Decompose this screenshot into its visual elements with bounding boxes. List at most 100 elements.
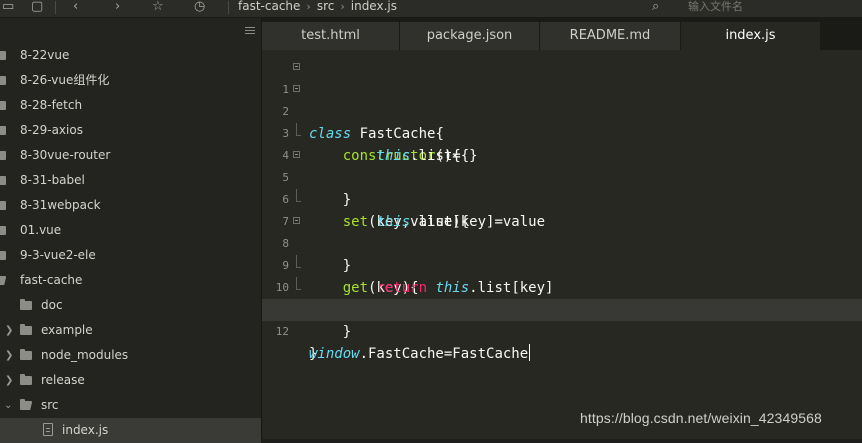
- tree-item[interactable]: 8-28-fetch: [0, 93, 261, 118]
- chevron-right-icon[interactable]: ❯: [5, 368, 13, 393]
- code-line[interactable]: 2 constructor(){: [262, 79, 862, 164]
- fold-toggle-icon[interactable]: [293, 63, 300, 70]
- tree-item-label: release: [41, 373, 85, 387]
- tree-item[interactable]: 8-22vue: [0, 43, 261, 68]
- line-number: 12: [275, 325, 289, 338]
- code-line[interactable]: 5 set(key,value){: [262, 145, 862, 230]
- code-line[interactable]: 11 }: [262, 277, 862, 362]
- code-text: window.FastCache=FastCache: [309, 344, 531, 362]
- tab-bar: test.html package.json README.md index.j…: [262, 18, 862, 50]
- folder-icon[interactable]: ▭: [2, 0, 14, 15]
- folder-icon: [0, 76, 6, 85]
- tree-item-label: 8-30vue-router: [20, 148, 111, 162]
- folder-icon: [20, 349, 32, 360]
- fold-toggle-icon[interactable]: [293, 85, 300, 92]
- fold-toggle-icon[interactable]: [293, 217, 300, 224]
- tree-item[interactable]: 01.vue: [0, 218, 261, 243]
- code-text: }: [309, 324, 352, 340]
- code-line[interactable]: 8 get(key){: [262, 211, 862, 296]
- save-icon[interactable]: ▢: [31, 0, 43, 15]
- tree-item[interactable]: 8-31-babel: [0, 168, 261, 193]
- folder-icon: [20, 299, 32, 310]
- fold-end-marker: [296, 277, 301, 290]
- tree-item-label: index.js: [62, 423, 109, 437]
- tree-item-label: example: [41, 323, 93, 337]
- folder-open-icon: [20, 399, 32, 410]
- tree-item-label: doc: [41, 298, 63, 312]
- folder-icon: [0, 126, 6, 135]
- tree-item[interactable]: ❯ node_modules: [0, 343, 261, 368]
- tree-item-label: 8-28-fetch: [20, 98, 83, 112]
- file-tree-sidebar: 8-22vue 8-26-vue组件化 8-28-fetch 8-29-axio…: [0, 18, 262, 443]
- code-line[interactable]: 1 class FastCache{: [262, 57, 862, 142]
- tree-item-label: node_modules: [41, 348, 129, 362]
- watermark-url: https://blog.csdn.net/weixin_42349568: [580, 410, 822, 426]
- chevron-right-icon[interactable]: ❯: [5, 318, 13, 343]
- search-icon: ⌕: [652, 0, 660, 14]
- back-arrow-icon[interactable]: ‹: [73, 0, 78, 15]
- tree-item[interactable]: ❯ release: [0, 368, 261, 393]
- tree-item[interactable]: ❯ example: [0, 318, 261, 343]
- folder-icon: [20, 324, 32, 335]
- breadcrumb-item[interactable]: index.js: [351, 0, 397, 13]
- tab-readme-md[interactable]: README.md: [540, 22, 681, 50]
- file-search: ⌕: [648, 0, 862, 15]
- tree-item-label: 8-26-vue组件化: [20, 73, 110, 87]
- tree-item[interactable]: 8-31webpack: [0, 193, 261, 218]
- folder-icon: [0, 151, 6, 160]
- tree-item-label: 9-3-vue2-ele: [20, 248, 96, 262]
- tree-item-active[interactable]: index.js: [0, 418, 261, 443]
- breadcrumb-item[interactable]: src: [317, 0, 335, 13]
- tree-item[interactable]: 8-26-vue组件化: [0, 68, 261, 93]
- tree-item-label: 8-29-axios: [20, 123, 83, 137]
- folder-icon: [0, 226, 6, 235]
- fold-end-marker: [296, 189, 301, 202]
- tab-index-js[interactable]: index.js: [681, 22, 821, 50]
- forward-arrow-icon[interactable]: ›: [115, 0, 120, 15]
- chevron-down-icon[interactable]: ⌄: [4, 393, 12, 418]
- breadcrumb: fast-cache › src › index.js: [238, 0, 397, 15]
- toolbar-divider: [228, 1, 229, 14]
- code-line[interactable]: 9 return this.list[key]: [262, 233, 862, 296]
- code-line[interactable]: 10 }: [262, 255, 862, 340]
- tree-item-label: 8-22vue: [20, 48, 70, 62]
- tree-item[interactable]: fast-cache: [0, 268, 261, 293]
- tree-item-label: src: [41, 398, 59, 412]
- sidebar-menu-icon[interactable]: [245, 27, 255, 36]
- tree-item-label: 8-31webpack: [20, 198, 101, 212]
- code-line[interactable]: 7 }: [262, 189, 862, 274]
- run-icon[interactable]: ◷: [194, 0, 205, 15]
- tree-item[interactable]: ⌄ src: [0, 393, 261, 418]
- folder-icon: [20, 374, 32, 385]
- code-line[interactable]: 6 this.list[key]=value: [262, 167, 862, 230]
- file-search-input[interactable]: [688, 0, 858, 14]
- folder-icon: [0, 251, 6, 260]
- folder-open-icon: [0, 276, 6, 285]
- breadcrumb-item[interactable]: fast-cache: [238, 0, 300, 13]
- folder-icon: [0, 201, 6, 210]
- folder-icon: [0, 176, 6, 185]
- code-line[interactable]: 4 }: [262, 123, 862, 208]
- top-toolbar: ▭ ▢ ‹ › ☆ ◷ fast-cache › src › index.js ⌕: [0, 0, 862, 18]
- folder-icon: [0, 101, 6, 110]
- toolbar-divider: [55, 1, 56, 14]
- breadcrumb-separator-icon: ›: [340, 0, 345, 13]
- tree-item-label: 01.vue: [20, 223, 62, 237]
- tab-test-html[interactable]: test.html: [262, 22, 400, 50]
- fold-toggle-icon[interactable]: [293, 151, 300, 158]
- tree-item[interactable]: doc: [0, 293, 261, 318]
- folder-icon: [0, 51, 6, 60]
- code-line-current[interactable]: 12 window.FastCache=FastCache: [262, 299, 862, 362]
- code-line[interactable]: 3 this.list={}: [262, 101, 862, 164]
- tree-item[interactable]: 8-30vue-router: [0, 143, 261, 168]
- tree-item[interactable]: 9-3-vue2-ele: [0, 243, 261, 268]
- text-caret: [529, 344, 531, 361]
- breadcrumb-separator-icon: ›: [306, 0, 311, 13]
- fold-end-marker: [296, 123, 301, 136]
- tab-package-json[interactable]: package.json: [400, 22, 540, 50]
- tree-item[interactable]: 8-29-axios: [0, 118, 261, 143]
- tree-item-label: 8-31-babel: [20, 173, 85, 187]
- star-icon[interactable]: ☆: [152, 0, 164, 15]
- code-editor[interactable]: 1 class FastCache{ 2 constructor(){ 3 th…: [262, 50, 862, 439]
- chevron-right-icon[interactable]: ❯: [5, 343, 13, 368]
